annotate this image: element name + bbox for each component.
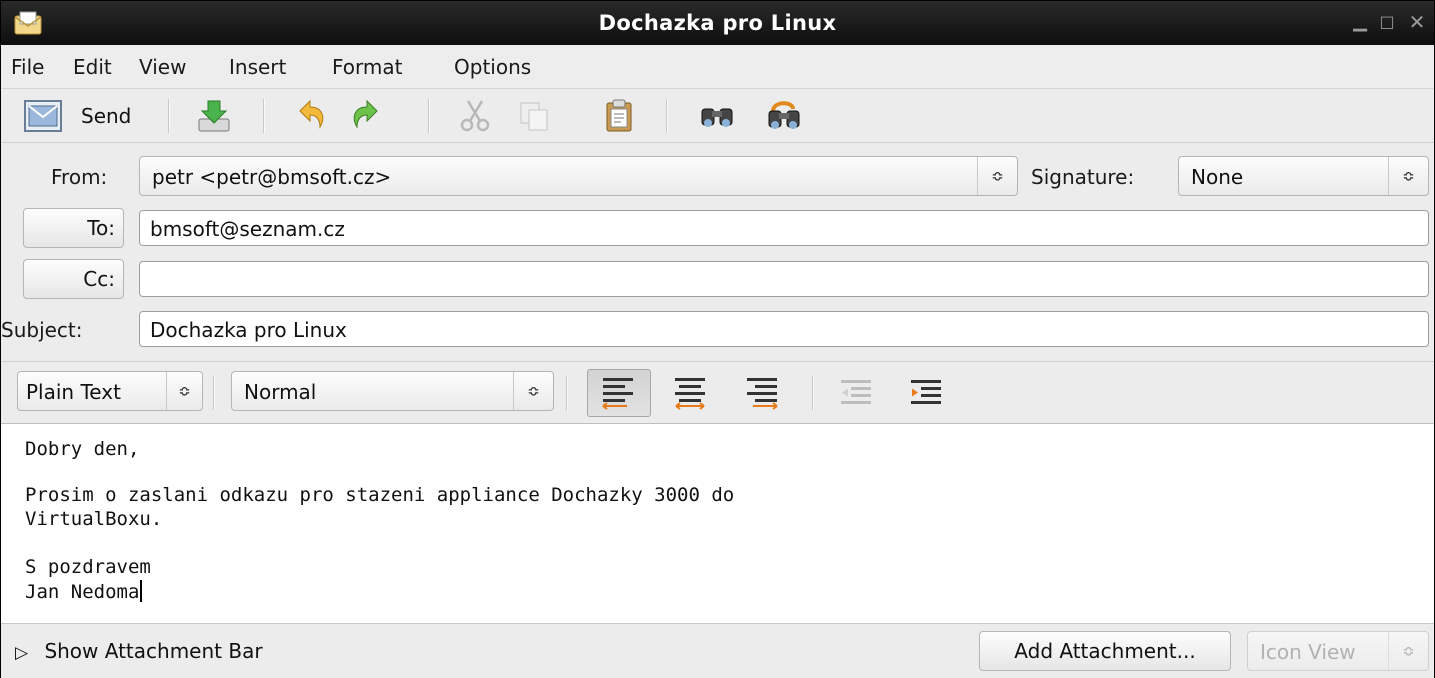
combo-arrows-icon: ≎ — [1388, 157, 1428, 195]
find-icon[interactable] — [698, 97, 736, 135]
minimize-icon[interactable]: ▁ — [1347, 9, 1373, 35]
maximize-icon[interactable]: □ — [1374, 9, 1400, 35]
add-attachment-button[interactable]: Add Attachment... — [979, 631, 1231, 671]
body-line: Jan Nedoma — [25, 581, 140, 603]
to-value: bmsoft@seznam.cz — [150, 217, 345, 241]
send-button[interactable]: Send — [19, 93, 159, 139]
editor-mode-value: Plain Text — [26, 380, 121, 404]
subject-label: Subject: — [1, 318, 83, 342]
expander-triangle-icon: ▷ — [15, 643, 29, 663]
increase-indent-icon[interactable] — [907, 372, 947, 412]
menu-file[interactable]: File — [11, 55, 44, 79]
compose-window: Dochazka pro Linux ▁ □ ✕ File Edit View … — [0, 0, 1435, 678]
toolbar-separator — [213, 376, 215, 410]
toolbar-separator — [812, 376, 814, 410]
menu-format[interactable]: Format — [332, 55, 402, 79]
cc-field[interactable] — [139, 261, 1429, 297]
combo-arrows-icon: ≎ — [513, 372, 553, 410]
format-toolbar: Plain Text ≎ Normal ≎ — [1, 361, 1434, 421]
attachment-view-value: Icon View — [1260, 640, 1356, 664]
message-body-editor[interactable]: Dobry den, Prosim o zaslani odkazu pro s… — [1, 423, 1434, 623]
signature-label: Signature: — [1031, 165, 1135, 189]
toolbar-separator — [263, 99, 265, 133]
toolbar-separator — [168, 99, 170, 133]
close-icon[interactable]: ✕ — [1404, 9, 1430, 35]
paragraph-style-select[interactable]: Normal ≎ — [231, 371, 554, 411]
body-line: VirtualBoxu. — [25, 508, 163, 530]
cut-icon[interactable] — [456, 97, 494, 135]
redo-icon[interactable] — [345, 97, 383, 135]
from-value: petr <petr@bmsoft.cz> — [152, 165, 392, 189]
menu-edit[interactable]: Edit — [73, 55, 112, 79]
text-cursor — [140, 580, 143, 602]
attachment-view-select[interactable]: Icon View ≎ — [1247, 631, 1429, 671]
attachment-bar: ▷ Show Attachment Bar Add Attachment... … — [1, 623, 1434, 678]
body-line-last: Jan Nedoma — [25, 580, 143, 603]
to-button[interactable]: To: — [23, 208, 124, 248]
align-left-icon — [602, 378, 633, 410]
combo-arrows-icon: ≎ — [977, 157, 1017, 195]
copy-icon[interactable] — [515, 97, 553, 135]
send-icon — [24, 100, 62, 132]
menu-bar: File Edit View Insert Format Options — [1, 45, 1434, 89]
align-right-icon[interactable] — [741, 372, 781, 412]
cc-button[interactable]: Cc: — [23, 259, 124, 299]
menu-view[interactable]: View — [139, 55, 186, 79]
show-attachment-label: Show Attachment Bar — [44, 639, 263, 663]
decrease-indent-icon[interactable] — [837, 372, 877, 412]
combo-arrows-icon: ≎ — [166, 372, 202, 410]
body-line: Prosim o zaslani odkazu pro stazeni appl… — [25, 484, 735, 506]
body-line: Dobry den, — [25, 438, 140, 460]
align-center-icon[interactable] — [670, 372, 710, 412]
toolbar-separator — [666, 99, 668, 133]
show-attachment-bar-expander[interactable]: ▷ Show Attachment Bar — [15, 639, 263, 663]
main-toolbar: Send — [1, 89, 1434, 143]
find-replace-icon[interactable] — [765, 97, 803, 135]
menu-insert[interactable]: Insert — [229, 55, 286, 79]
signature-select[interactable]: None ≎ — [1178, 156, 1429, 196]
subject-value: Dochazka pro Linux — [150, 318, 347, 342]
from-select[interactable]: petr <petr@bmsoft.cz> ≎ — [139, 156, 1018, 196]
signature-value: None — [1191, 165, 1244, 189]
editor-mode-select[interactable]: Plain Text ≎ — [17, 371, 203, 411]
send-label: Send — [81, 104, 132, 128]
from-label: From: — [51, 165, 108, 189]
toolbar-separator — [428, 99, 430, 133]
body-line: S pozdravem — [25, 556, 151, 578]
combo-arrows-icon: ≎ — [1388, 632, 1428, 670]
save-draft-icon[interactable] — [195, 97, 233, 135]
to-field[interactable]: bmsoft@seznam.cz — [139, 210, 1429, 246]
paragraph-style-value: Normal — [244, 380, 317, 404]
menu-options[interactable]: Options — [454, 55, 531, 79]
subject-field[interactable]: Dochazka pro Linux — [139, 311, 1429, 347]
title-bar[interactable]: Dochazka pro Linux ▁ □ ✕ — [1, 1, 1434, 45]
toolbar-separator — [566, 376, 568, 410]
paste-icon[interactable] — [601, 97, 639, 135]
undo-icon[interactable] — [294, 97, 332, 135]
window-title: Dochazka pro Linux — [598, 11, 837, 35]
